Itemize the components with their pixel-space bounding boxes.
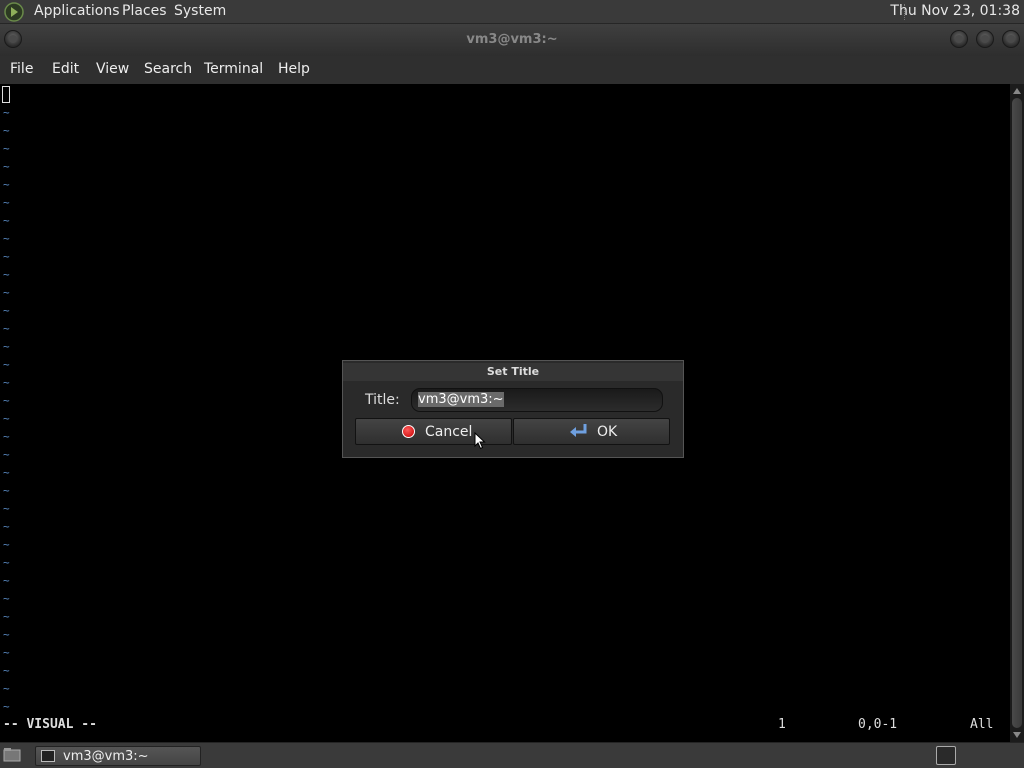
minimize-icon[interactable] bbox=[950, 30, 968, 48]
menu-applications[interactable]: Applications bbox=[34, 3, 120, 19]
empty-line-marker: ~ bbox=[3, 448, 10, 461]
ok-button-label: OK bbox=[597, 424, 618, 440]
empty-line-marker: ~ bbox=[3, 106, 10, 119]
taskbar-window-label: vm3@vm3:~ bbox=[63, 749, 149, 764]
empty-line-marker: ~ bbox=[3, 502, 10, 515]
vim-mode-indicator: -- VISUAL -- bbox=[3, 717, 97, 732]
empty-line-marker: ~ bbox=[3, 574, 10, 587]
set-title-dialog: Set Title Title: vm3@vm3:~ Cancel OK bbox=[342, 360, 684, 458]
clock[interactable]: Thu Nov 23, 01:38 bbox=[890, 3, 1020, 19]
empty-line-marker: ~ bbox=[3, 196, 10, 209]
empty-line-marker: ~ bbox=[3, 376, 10, 389]
text-cursor bbox=[2, 86, 10, 103]
empty-line-marker: ~ bbox=[3, 556, 10, 569]
vim-scroll-indicator: All bbox=[970, 717, 994, 732]
title-input-value: vm3@vm3:~ bbox=[418, 392, 504, 407]
title-field-label: Title: bbox=[365, 392, 400, 408]
empty-line-marker: ~ bbox=[3, 178, 10, 191]
vim-line-count: 1 bbox=[778, 717, 786, 732]
enter-arrow-icon bbox=[570, 424, 587, 437]
menu-file[interactable]: File bbox=[10, 61, 33, 77]
workspace-switcher-icon[interactable] bbox=[936, 746, 956, 765]
menubar: File Edit View Search Terminal Help bbox=[0, 56, 1024, 84]
empty-line-marker: ~ bbox=[3, 682, 10, 695]
ok-button[interactable]: OK bbox=[513, 418, 670, 445]
empty-line-marker: ~ bbox=[3, 358, 10, 371]
empty-line-marker: ~ bbox=[3, 286, 10, 299]
menu-system[interactable]: System bbox=[174, 3, 226, 19]
scrollbar-thumb[interactable] bbox=[1012, 98, 1022, 728]
show-desktop-icon[interactable] bbox=[3, 746, 21, 764]
bottom-panel: vm3@vm3:~ bbox=[0, 742, 1024, 768]
vim-cursor-position: 0,0-1 bbox=[858, 717, 898, 732]
cancel-button[interactable]: Cancel bbox=[355, 418, 512, 445]
empty-line-marker: ~ bbox=[3, 232, 10, 245]
vertical-scrollbar[interactable] bbox=[1010, 84, 1024, 742]
empty-line-marker: ~ bbox=[3, 322, 10, 335]
menu-places[interactable]: Places bbox=[122, 3, 167, 19]
empty-line-marker: ~ bbox=[3, 124, 10, 137]
close-icon[interactable] bbox=[1002, 30, 1020, 48]
menu-search[interactable]: Search bbox=[144, 61, 192, 77]
empty-line-marker: ~ bbox=[3, 214, 10, 227]
empty-line-marker: ~ bbox=[3, 430, 10, 443]
empty-line-marker: ~ bbox=[3, 268, 10, 281]
empty-line-marker: ~ bbox=[3, 394, 10, 407]
maximize-icon[interactable] bbox=[976, 30, 994, 48]
menu-help[interactable]: Help bbox=[278, 61, 310, 77]
empty-line-marker: ~ bbox=[3, 664, 10, 677]
scroll-up-icon[interactable] bbox=[1013, 88, 1021, 94]
menu-edit[interactable]: Edit bbox=[52, 61, 79, 77]
taskbar-window-button[interactable]: vm3@vm3:~ bbox=[35, 746, 201, 766]
window-titlebar[interactable]: vm3@vm3:~ bbox=[0, 24, 1024, 56]
empty-line-marker: ~ bbox=[3, 520, 10, 533]
empty-line-marker: ~ bbox=[3, 412, 10, 425]
empty-line-marker: ~ bbox=[3, 610, 10, 623]
empty-line-marker: ~ bbox=[3, 592, 10, 605]
title-input[interactable]: vm3@vm3:~ bbox=[411, 388, 663, 412]
empty-line-marker: ~ bbox=[3, 466, 10, 479]
mouse-pointer-icon bbox=[474, 432, 486, 450]
menu-terminal[interactable]: Terminal bbox=[204, 61, 263, 77]
empty-line-marker: ~ bbox=[3, 700, 10, 713]
empty-line-marker: ~ bbox=[3, 160, 10, 173]
gnome-foot-icon[interactable] bbox=[4, 2, 24, 22]
stop-icon bbox=[402, 425, 415, 438]
top-panel: Applications Places System Thu Nov 23, 0… bbox=[0, 0, 1024, 24]
empty-line-marker: ~ bbox=[3, 628, 10, 641]
cancel-button-label: Cancel bbox=[425, 424, 473, 440]
empty-line-marker: ~ bbox=[3, 304, 10, 317]
empty-line-marker: ~ bbox=[3, 484, 10, 497]
menu-view[interactable]: View bbox=[96, 61, 129, 77]
empty-line-marker: ~ bbox=[3, 646, 10, 659]
window-title: vm3@vm3:~ bbox=[466, 32, 558, 47]
scroll-down-icon[interactable] bbox=[1013, 732, 1021, 738]
empty-line-marker: ~ bbox=[3, 538, 10, 551]
dialog-title: Set Title bbox=[343, 363, 683, 381]
terminal-icon bbox=[41, 750, 55, 762]
empty-line-marker: ~ bbox=[3, 340, 10, 353]
empty-line-marker: ~ bbox=[3, 142, 10, 155]
empty-line-marker: ~ bbox=[3, 250, 10, 263]
